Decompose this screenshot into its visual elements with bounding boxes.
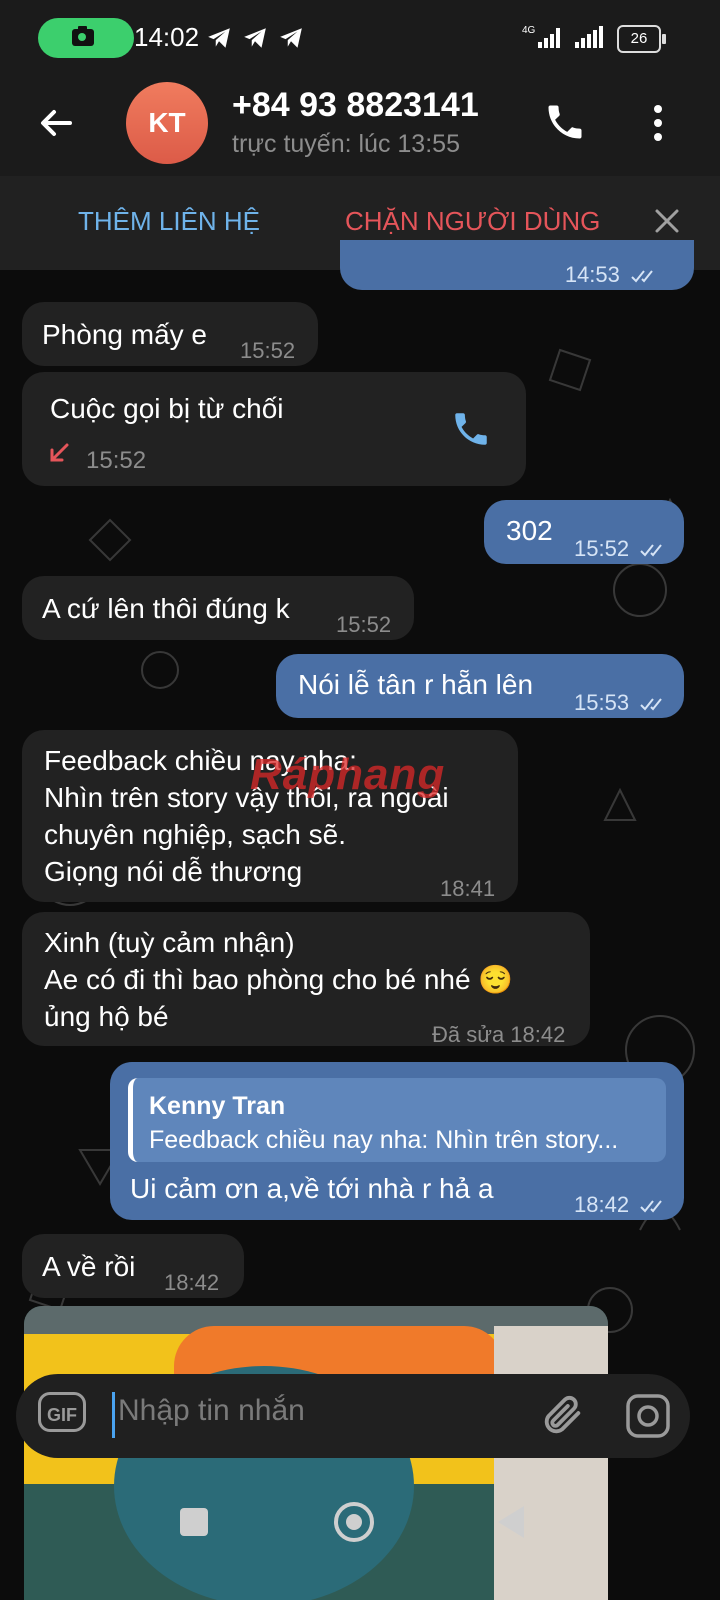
message-composer: GIF Nhập tin nhắn: [16, 1374, 690, 1458]
message-text-line: Ae có đi thì bao phòng cho bé nhé 😌: [44, 964, 514, 995]
message-bubble-outgoing[interactable]: Kenny Tran Feedback chiều nay nha: Nhìn …: [110, 1062, 684, 1220]
message-text: 302: [506, 515, 553, 546]
status-bar: 14:02 4G 26: [0, 0, 720, 78]
more-options-icon[interactable]: [640, 98, 676, 148]
read-double-check-icon: [640, 1200, 662, 1213]
close-icon[interactable]: [652, 206, 682, 236]
message-text-line: chuyên nghiệp, sạch sẽ.: [44, 819, 346, 850]
contact-status: trực tuyến: lúc 13:55: [232, 130, 460, 158]
paperclip-icon[interactable]: [540, 1392, 586, 1438]
contact-name[interactable]: +84 93 8823141: [232, 86, 479, 125]
camera-icon[interactable]: [624, 1392, 672, 1440]
text-caret: [112, 1392, 115, 1438]
message-text: Phòng mấy e: [42, 319, 207, 350]
message-text-line: Giọng nói dễ thương: [44, 856, 303, 887]
home-button[interactable]: [334, 1502, 374, 1542]
message-time: Đã sửa 18:42: [432, 1022, 566, 1047]
telegram-icon: [280, 28, 302, 48]
message-time: 18:41: [440, 876, 496, 901]
chat-header: KT +84 93 8823141 trực tuyến: lúc 13:55: [0, 78, 720, 176]
status-time: 14:02: [134, 22, 200, 52]
message-text: A về rồi: [42, 1251, 136, 1282]
avatar[interactable]: KT: [126, 82, 208, 164]
message-time: 15:52: [336, 612, 392, 637]
message-text: Ui cảm ơn a,về tới nhà r hả a: [130, 1173, 494, 1204]
message-time: 15:52: [86, 447, 147, 474]
message-text-line: Xinh (tuỳ cảm nhận): [44, 927, 295, 958]
message-bubble-incoming[interactable]: A cứ lên thôi đúng k 15:52: [22, 576, 414, 640]
message-bubble-incoming[interactable]: Xinh (tuỳ cảm nhận) Ae có đi thì bao phò…: [22, 912, 590, 1047]
recents-button[interactable]: [180, 1508, 208, 1536]
call-status-text: Cuộc gọi bị từ chối: [50, 393, 284, 424]
battery-indicator: 26: [617, 25, 666, 53]
read-double-check-icon: [640, 544, 662, 557]
signal-icon-sim2: [573, 22, 609, 57]
screen-record-indicator[interactable]: [38, 18, 134, 58]
reply-author: Kenny Tran: [149, 1092, 286, 1120]
message-bubble-outgoing[interactable]: Nói lễ tân r hẵn lên 15:53: [276, 654, 684, 718]
read-double-check-icon: [640, 698, 662, 711]
gif-icon[interactable]: GIF: [38, 1392, 86, 1432]
phone-icon[interactable]: [543, 100, 587, 144]
phone-icon[interactable]: [450, 408, 492, 450]
message-time: 18:42: [164, 1270, 220, 1295]
reply-snippet: Feedback chiều nay nha: Nhìn trên story.…: [149, 1126, 619, 1154]
reply-preview[interactable]: Kenny Tran Feedback chiều nay nha: Nhìn …: [128, 1078, 666, 1162]
camera-icon: [72, 26, 94, 46]
message-bubble-outgoing[interactable]: 14:53: [340, 240, 694, 290]
watermark: Ráphang: [250, 750, 446, 799]
message-time: 14:53: [565, 256, 660, 293]
message-text: A cứ lên thôi đúng k: [42, 593, 290, 624]
message-bubble-incoming[interactable]: Phòng mấy e 15:52: [22, 302, 318, 366]
message-bubble-outgoing[interactable]: 302 15:52: [484, 500, 684, 564]
add-contact-button[interactable]: THÊM LIÊN HỆ: [78, 206, 260, 237]
message-time: 15:52: [574, 530, 669, 567]
message-input[interactable]: Nhập tin nhắn: [118, 1394, 305, 1428]
read-double-check-icon: [631, 270, 653, 283]
system-nav-bar: [0, 1468, 720, 1600]
signal-icon-sim1: 4G: [520, 22, 566, 57]
back-button[interactable]: [498, 1506, 524, 1538]
network-type: 4G: [522, 25, 536, 36]
notification-icons: [206, 25, 304, 51]
block-user-button[interactable]: CHẶN NGƯỜI DÙNG: [345, 206, 600, 237]
call-log-bubble[interactable]: Cuộc gọi bị từ chối 15:52: [22, 372, 526, 486]
message-time: 15:52: [240, 338, 296, 363]
telegram-icon: [208, 28, 230, 48]
telegram-icon: [244, 28, 266, 48]
message-bubble-incoming[interactable]: A về rồi 18:42: [22, 1234, 244, 1298]
declined-call-arrow-icon: [50, 443, 69, 462]
message-time: 15:53: [574, 684, 669, 721]
message-time: 18:42: [574, 1186, 669, 1223]
back-arrow-icon[interactable]: [36, 103, 76, 143]
message-text: Nói lễ tân r hẵn lên: [298, 669, 534, 700]
